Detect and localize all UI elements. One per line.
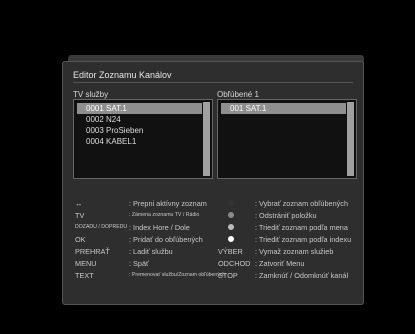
favorites-scrollbar[interactable] bbox=[347, 102, 354, 176]
help-key: DOZADU / DOPREDU bbox=[75, 224, 128, 230]
help-action: : Zámena zoznamu TV / Rádio bbox=[129, 212, 200, 218]
help-row: TV : Zámena zoznamu TV / Rádio : Odstrán… bbox=[73, 210, 363, 221]
help-action: : Triediť zoznam podľa indexu bbox=[255, 235, 352, 244]
help-action: : Index Hore / Dole bbox=[129, 223, 190, 232]
favorites-list[interactable]: 001 SAT.1 bbox=[217, 99, 357, 179]
channel-list-editor-dialog: Editor Zoznamu Kanálov TV služby Obľúben… bbox=[62, 61, 364, 305]
help-action: : Odstrániť položku bbox=[255, 211, 317, 220]
help-row: TEXT : Premenovať službu/Zoznam obľúbený… bbox=[73, 270, 363, 281]
help-row: PREHRAŤ : Ladiť službu VÝBER : Vymaž zoz… bbox=[73, 246, 363, 257]
help-key: STOP bbox=[218, 271, 238, 280]
help-key: ODCHOD bbox=[218, 259, 251, 268]
help-row: OK : Pridať do obľúbených : Triediť zozn… bbox=[73, 234, 363, 245]
help-row: MENU : Späť ODCHOD : Zatvoriť Menu bbox=[73, 258, 363, 269]
help-action: : Vybrať zoznam obľúbených bbox=[255, 199, 349, 208]
help-key: TV bbox=[75, 211, 85, 220]
color-button-dot-icon bbox=[228, 236, 234, 242]
help-action: : Prepni aktívny zoznam bbox=[129, 199, 207, 208]
help-key: ↔ bbox=[75, 199, 83, 208]
list-item[interactable]: 001 SAT.1 bbox=[221, 103, 346, 114]
help-action: : Triediť zoznam podľa mena bbox=[255, 223, 348, 232]
list-item[interactable]: 0003 ProSieben bbox=[77, 125, 202, 136]
list-item[interactable]: 0001 SAT.1 bbox=[77, 103, 202, 114]
help-key: PREHRAŤ bbox=[75, 247, 110, 256]
help-action: : Premenovať službu/Zoznam obľúbených bbox=[129, 272, 226, 278]
help-key: MENU bbox=[75, 259, 97, 268]
help-row: DOZADU / DOPREDU : Index Hore / Dole : T… bbox=[73, 222, 363, 233]
favorites-header: Obľúbené 1 bbox=[217, 90, 259, 99]
color-button-dot-icon bbox=[228, 224, 234, 230]
tv-services-header: TV služby bbox=[73, 90, 109, 99]
help-action: : Pridať do obľúbených bbox=[129, 235, 203, 244]
help-key: TEXT bbox=[75, 271, 94, 280]
help-action: : Vymaž zoznam služieb bbox=[255, 247, 334, 256]
color-button-dot-icon bbox=[228, 200, 234, 206]
help-row: ↔ : Prepni aktívny zoznam : Vybrať zozna… bbox=[73, 198, 363, 209]
help-action: : Zatvoriť Menu bbox=[255, 259, 305, 268]
tv-services-list[interactable]: 0001 SAT.1 0002 N24 0003 ProSieben 0004 … bbox=[73, 99, 213, 179]
dialog-title: Editor Zoznamu Kanálov bbox=[73, 68, 353, 83]
help-action: : Späť bbox=[129, 259, 149, 268]
help-action: : Ladiť službu bbox=[129, 247, 173, 256]
list-item[interactable]: 0004 KABEL1 bbox=[77, 136, 202, 147]
tv-services-scrollbar[interactable] bbox=[203, 102, 210, 176]
help-action: : Zamknúť / Odomknúť kanál bbox=[255, 271, 349, 280]
color-button-dot-icon bbox=[228, 212, 234, 218]
list-item[interactable]: 0002 N24 bbox=[77, 114, 202, 125]
help-key: VÝBER bbox=[218, 247, 243, 256]
help-key: OK bbox=[75, 235, 86, 244]
